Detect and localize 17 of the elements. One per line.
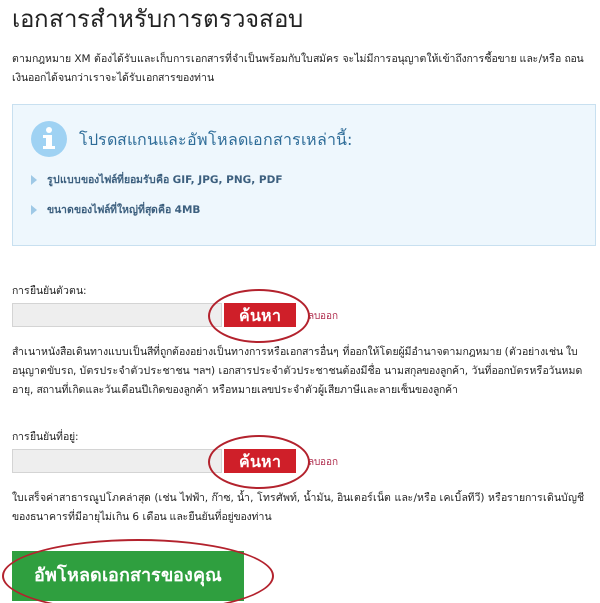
browse-button[interactable]: ค้นหา <box>224 449 296 473</box>
info-item: รูปแบบของไฟล์ที่ยอมรับคือ GIF, JPG, PNG, PDF <box>47 171 283 188</box>
description-paragraph: สำเนาหนังสือเดินทางแบบเป็นสีที่ถูกต้องอย่างเป็นทางการหรือเอกสารอื่นๆ ที่ออกให้โดยผู้มีอำนาจตามกฎหมาย (ตัวอย่างเช่น ใบอนุญาตขับรถ, บัตรประจำตัวประชาชน ฯลฯ) เอกสารประจำตัวประชาชนต้องมีชื่อ นามสกุลของลูกค้า, วันที่ออกบัตรหรือวันหมดอายุ, สถานที่เกิดและวันเดือนปีเกิดของลูกค้า หรือหมายเลขประจำตัวผู้เสียภาษีและลายเซ็นของลูกค้า <box>12 343 584 398</box>
triangle-bullet-icon <box>31 174 37 184</box>
info-heading: โปรดสแกนและอัพโหลดเอกสารเหล่านี้: <box>79 127 352 150</box>
field-label: การยืนยันตัวตน: <box>12 284 88 299</box>
info-item: ขนาดของไฟล์ที่ใหญ่ที่สุดคือ 4MB <box>47 201 200 218</box>
triangle-bullet-icon <box>31 204 37 214</box>
file-field[interactable] <box>12 449 222 473</box>
field-label: การยืนยันที่อยู่: <box>12 428 80 445</box>
browse-button[interactable]: ค้นหา <box>224 303 296 327</box>
file-field[interactable] <box>12 303 222 327</box>
info-icon <box>31 121 67 157</box>
page-title: เอกสารสำหรับการตรวจสอบ <box>12 4 304 35</box>
description-paragraph: ใบเสร็จค่าสาธารณูปโภคล่าสุด (เช่น ไฟฟ้า, ก๊าซ, น้ำ, โทรศัพท์, น้ำมัน, อินเตอร์เน็ต และ/หรือ เคเบิ้ลทีวี) หรือรายการเดินบัญชีของธนาคารที่มีอายุไม่เกิน 6 เดือน และยืนยันที่อยู่ของท่าน <box>12 489 585 525</box>
intro-paragraph: ตามกฎหมาย XM ต้องได้รับและเก็บการเอกสารที่จำเป็นพร้อมกับใบสมัคร จะไม่มีการอนุญาตให้เข้าถึงการซื้อขาย และ/หรือ ถอนเงินออกได้จนกว่าเราจะได้รับเอกสารของท่าน <box>12 50 584 86</box>
upload-button[interactable]: อัพโหลดเอกสารของคุณ <box>12 551 244 601</box>
